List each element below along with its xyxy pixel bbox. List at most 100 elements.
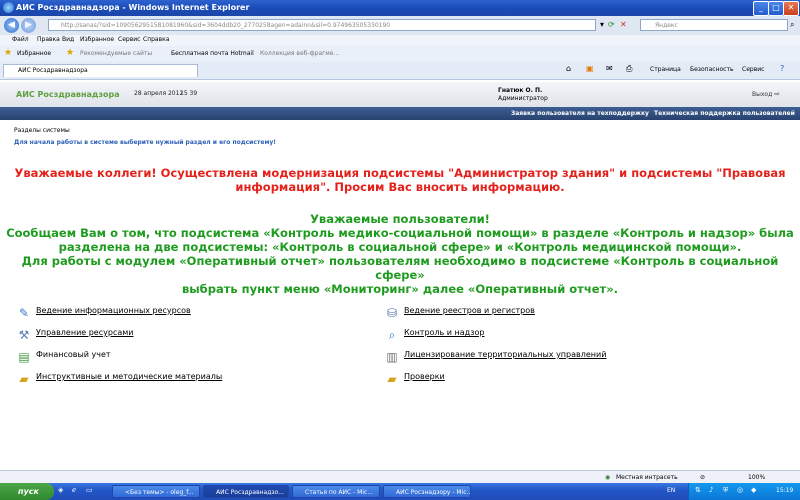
language-indicator[interactable]: EN <box>667 487 675 494</box>
security-menu[interactable]: Безопасность <box>690 66 734 73</box>
folder-icon: ▰ <box>19 372 29 386</box>
task-word-ais[interactable]: АИС Росзнадзору - Mic... <box>383 485 471 498</box>
logout-arrow-icon: ⇨ <box>774 90 781 98</box>
user-name: Гнатюк О. П. <box>498 87 543 94</box>
security-zone: Местная интрасеть <box>616 474 678 481</box>
window-title-bar: АИС Росздравнадзора - Windows Internet E… <box>0 0 800 16</box>
database-icon: ⛁ <box>386 306 398 320</box>
quicklaunch-ie-icon[interactable]: ℯ <box>72 486 76 494</box>
add-favorite-icon[interactable]: ★ <box>66 48 74 58</box>
server-icon: ▥ <box>386 350 398 364</box>
forward-button[interactable]: ▶ <box>21 18 36 33</box>
tab-active[interactable]: АИС Росздравнадзора <box>3 64 198 77</box>
intranet-zone-icon: ◉ <box>605 474 611 481</box>
favorites-bar: ★ Избранное ★ Рекомендуемые сайты Беспла… <box>0 46 800 63</box>
search-input[interactable]: Яндекс <box>640 19 788 31</box>
fav-item-web-slice[interactable]: Коллекция веб-фрагме... <box>260 50 339 57</box>
task-outlook[interactable]: <Без темы> - oleg_f... <box>112 485 200 498</box>
start-button[interactable]: пуск <box>0 483 54 500</box>
taskbar: пуск ◈ ℯ ▭ <Без темы> - oleg_f... АИС Ро… <box>0 483 800 500</box>
logout-link[interactable]: Выход ⇨ <box>752 90 780 98</box>
page-menu[interactable]: Страница <box>650 66 681 73</box>
green-line: разделена на две подсистемы: «Контроль в… <box>58 240 742 254</box>
folder-icon: ▰ <box>387 372 397 386</box>
menu-tools[interactable]: Сервис <box>118 36 140 43</box>
task-ais-browser[interactable]: АИС Росздравнадзо... <box>203 485 289 498</box>
menu-edit[interactable]: Правка <box>37 36 60 43</box>
module-control-supervision[interactable]: Контроль и надзор <box>404 328 484 337</box>
quicklaunch-desktop-icon[interactable]: ▭ <box>86 486 93 494</box>
refresh-icon[interactable]: ⟳ <box>608 19 615 31</box>
site-header: АИС Росздравнадзора 28 апреля 2012 15 39… <box>0 82 800 108</box>
maximize-button[interactable]: □ <box>768 1 784 16</box>
support-links-strip: Заявка пользователя на техподдержку Техн… <box>0 107 800 120</box>
mail-icon[interactable]: ✉ <box>606 64 613 73</box>
tray-antivirus-icon[interactable]: ◆ <box>751 486 756 494</box>
favorites-star-icon: ★ <box>4 48 13 58</box>
close-window-button[interactable]: ✕ <box>783 1 799 16</box>
task-word-article[interactable]: Статья по АИС - Mic... <box>292 485 380 498</box>
module-resource-management[interactable]: Управление ресурсами <box>36 328 133 337</box>
pencil-paper-icon: ✎ <box>18 306 30 320</box>
question-icon[interactable]: ? <box>780 64 784 73</box>
protected-mode-icon: ⊘ <box>700 474 706 481</box>
menu-bar: Файл Правка Вид Избранное Сервис Справка <box>0 35 800 46</box>
tray-update-icon[interactable]: ◎ <box>737 486 743 494</box>
green-line: Уважаемые пользователи! <box>310 212 490 226</box>
home-icon[interactable]: ⌂ <box>566 64 571 73</box>
fav-item-hotmail[interactable]: Бесплатная почта Hotmail <box>171 50 254 57</box>
tab-command-bar: АИС Росздравнадзора ⌂ ▣ ✉ ⎙ Страница Без… <box>0 62 800 80</box>
module-licensing[interactable]: Лицензирование территориальных управлени… <box>404 350 606 359</box>
site-date: 28 апреля 2012 <box>134 90 184 97</box>
zoom-level[interactable]: 100% <box>748 474 765 481</box>
green-line: Сообщаем Вам о том, что подсистема «Конт… <box>6 226 794 240</box>
rss-icon[interactable]: ▣ <box>586 64 594 73</box>
user-role: Администратор <box>498 95 548 102</box>
window-title: АИС Росздравнадзора - Windows Internet E… <box>16 3 250 12</box>
tools-menu[interactable]: Сервис <box>742 66 764 73</box>
green-line: выбрать пункт меню «Мониторинг» далее «О… <box>182 282 618 296</box>
print-icon[interactable]: ⎙ <box>626 64 632 74</box>
menu-help[interactable]: Справка <box>143 36 169 43</box>
dropdown-icon[interactable]: ▾ <box>600 19 604 31</box>
red-line: информация". Просим Вас вносить информац… <box>235 180 565 194</box>
money-icon: ▤ <box>18 350 30 364</box>
tech-support-link[interactable]: Техническая поддержка пользователей <box>654 110 795 117</box>
logout-label: Выход <box>752 91 773 98</box>
menu-favorites[interactable]: Избранное <box>80 36 114 43</box>
search-icon[interactable]: ⌕ <box>790 19 794 31</box>
menu-view[interactable]: Вид <box>62 36 74 43</box>
minimize-button[interactable]: _ <box>753 1 769 16</box>
module-registries[interactable]: Ведение реестров и регистров <box>404 306 535 315</box>
fav-item-suggested-sites[interactable]: Рекомендуемые сайты <box>80 50 152 57</box>
tray-network-icon[interactable]: ⇅ <box>695 486 701 494</box>
stop-icon[interactable]: ✕ <box>620 19 627 31</box>
green-line: Для работы с модулем «Оперативный отчет»… <box>21 254 779 282</box>
status-bar: ◉ Местная интрасеть ⊘ 100% <box>0 470 800 484</box>
start-label: пуск <box>18 487 39 496</box>
clock: 15:19 <box>776 487 794 494</box>
green-announcement: Уважаемые пользователи! Сообщаем Вам о т… <box>0 212 800 296</box>
tools-icon: ⚒ <box>18 328 30 342</box>
back-button[interactable]: ◀ <box>4 18 19 33</box>
quicklaunch-icon[interactable]: ◈ <box>58 486 63 494</box>
site-name: АИС Росздравнадзора <box>16 90 120 99</box>
red-announcement: Уважаемые коллеги! Осуществлена модерниз… <box>0 166 800 194</box>
favorites-button[interactable]: Избранное <box>17 50 51 57</box>
sections-label: Разделы системы <box>14 127 70 134</box>
support-request-link[interactable]: Заявка пользователя на техподдержку <box>511 110 649 117</box>
address-toolbar: ◀ ▶ http://sanas/?sid=109056295158108196… <box>0 16 800 35</box>
module-financial-accounting[interactable]: Финансовый учет <box>36 350 111 359</box>
ie-logo-icon <box>3 2 14 13</box>
tray-security-icon[interactable]: ⛨ <box>723 486 728 495</box>
module-instructive-materials[interactable]: Инструктивные и методические материалы <box>36 372 222 381</box>
magnifier-icon: ⌕ <box>388 328 396 342</box>
module-inspections[interactable]: Проверки <box>404 372 445 381</box>
red-line: Уважаемые коллеги! Осуществлена модерниз… <box>14 166 786 180</box>
module-info-resources[interactable]: Ведение информационных ресурсов <box>36 306 191 315</box>
site-time: 15 39 <box>180 90 198 97</box>
tray-volume-icon[interactable]: ♪ <box>709 486 713 494</box>
tab-active-label: АИС Росздравнадзора <box>18 67 88 74</box>
address-input[interactable]: http://sanas/?sid=1090562951581081960&si… <box>48 19 596 31</box>
menu-file[interactable]: Файл <box>12 36 29 43</box>
